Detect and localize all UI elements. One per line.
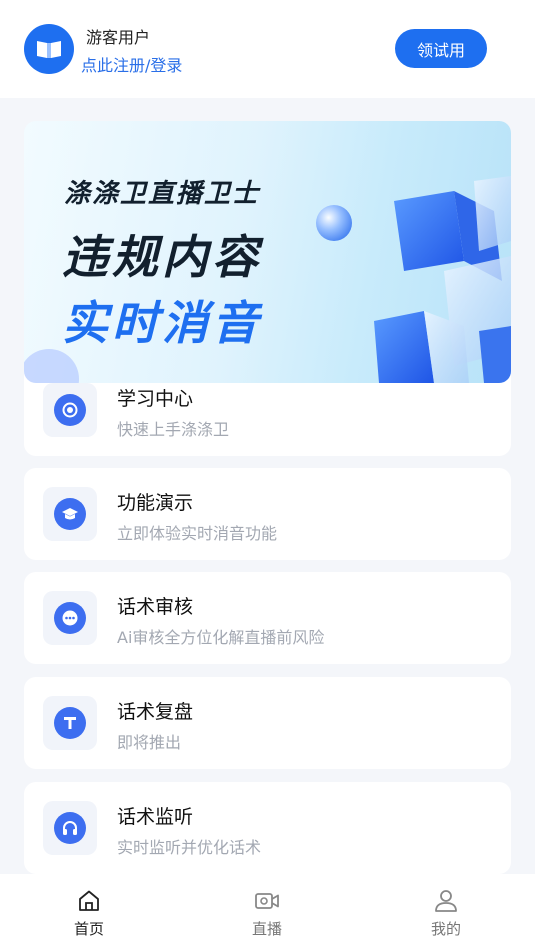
- banner-brand-text: 涤涤卫直播卫士: [64, 179, 261, 209]
- feature-subtitle: Ai审核全方位化解直播前风险: [117, 628, 325, 647]
- record-icon: [54, 394, 86, 426]
- feature-title: 话术监听: [117, 806, 194, 828]
- promo-banner[interactable]: 涤涤卫直播卫士 违规内容 实时消音: [24, 121, 511, 383]
- tab-home[interactable]: 首页: [29, 874, 149, 951]
- feature-subtitle: 实时监听并优化话术: [117, 838, 262, 857]
- trial-button[interactable]: 领试用: [395, 29, 487, 68]
- user-name: 游客用户: [86, 28, 151, 47]
- tab-label: 我的: [430, 920, 461, 938]
- header: 游客用户 点此注册/登录 领试用: [0, 0, 535, 98]
- feature-card-review[interactable]: 话术审核 Ai审核全方位化解直播前风险: [24, 572, 511, 664]
- tab-me[interactable]: 我的: [386, 874, 506, 951]
- feature-icon-box: [43, 487, 97, 541]
- feature-title: 话术审核: [117, 596, 194, 618]
- tab-live[interactable]: 直播: [207, 874, 327, 951]
- feature-title: 学习中心: [117, 388, 194, 410]
- feature-icon-box: [43, 591, 97, 645]
- feature-card-replay[interactable]: 话术复盘 即将推出: [24, 677, 511, 769]
- app-logo: [24, 24, 74, 74]
- feature-card-demo[interactable]: 功能演示 立即体验实时消音功能: [24, 468, 511, 560]
- feature-subtitle: 即将推出: [117, 733, 182, 752]
- login-register-link[interactable]: 点此注册/登录: [81, 52, 182, 76]
- feature-icon-box: [43, 696, 97, 750]
- text-t-icon: [54, 707, 86, 739]
- graduation-cap-icon: [54, 498, 86, 530]
- headphones-icon: [54, 812, 86, 844]
- video-camera-icon: [255, 893, 279, 909]
- feature-subtitle: 立即体验实时消音功能: [117, 524, 278, 543]
- feature-icon-box: [43, 383, 97, 437]
- banner-headline-2: 实时消音: [62, 296, 262, 350]
- tab-label: 直播: [251, 920, 282, 938]
- feature-subtitle: 快速上手涤涤卫: [117, 420, 230, 439]
- feature-card-monitor[interactable]: 话术监听 实时监听并优化话术: [24, 782, 511, 874]
- book-logo-icon: [37, 41, 61, 58]
- chat-bubble-icon: [54, 602, 86, 634]
- tab-label: 首页: [73, 920, 104, 938]
- feature-title: 话术复盘: [117, 701, 194, 723]
- feature-title: 功能演示: [117, 492, 194, 514]
- user-icon: [435, 890, 457, 912]
- home-icon: [79, 890, 99, 911]
- banner-headline-1: 违规内容: [62, 230, 262, 284]
- feature-icon-box: [43, 801, 97, 855]
- bottom-tab-bar: 首页 直播 我的: [0, 874, 535, 951]
